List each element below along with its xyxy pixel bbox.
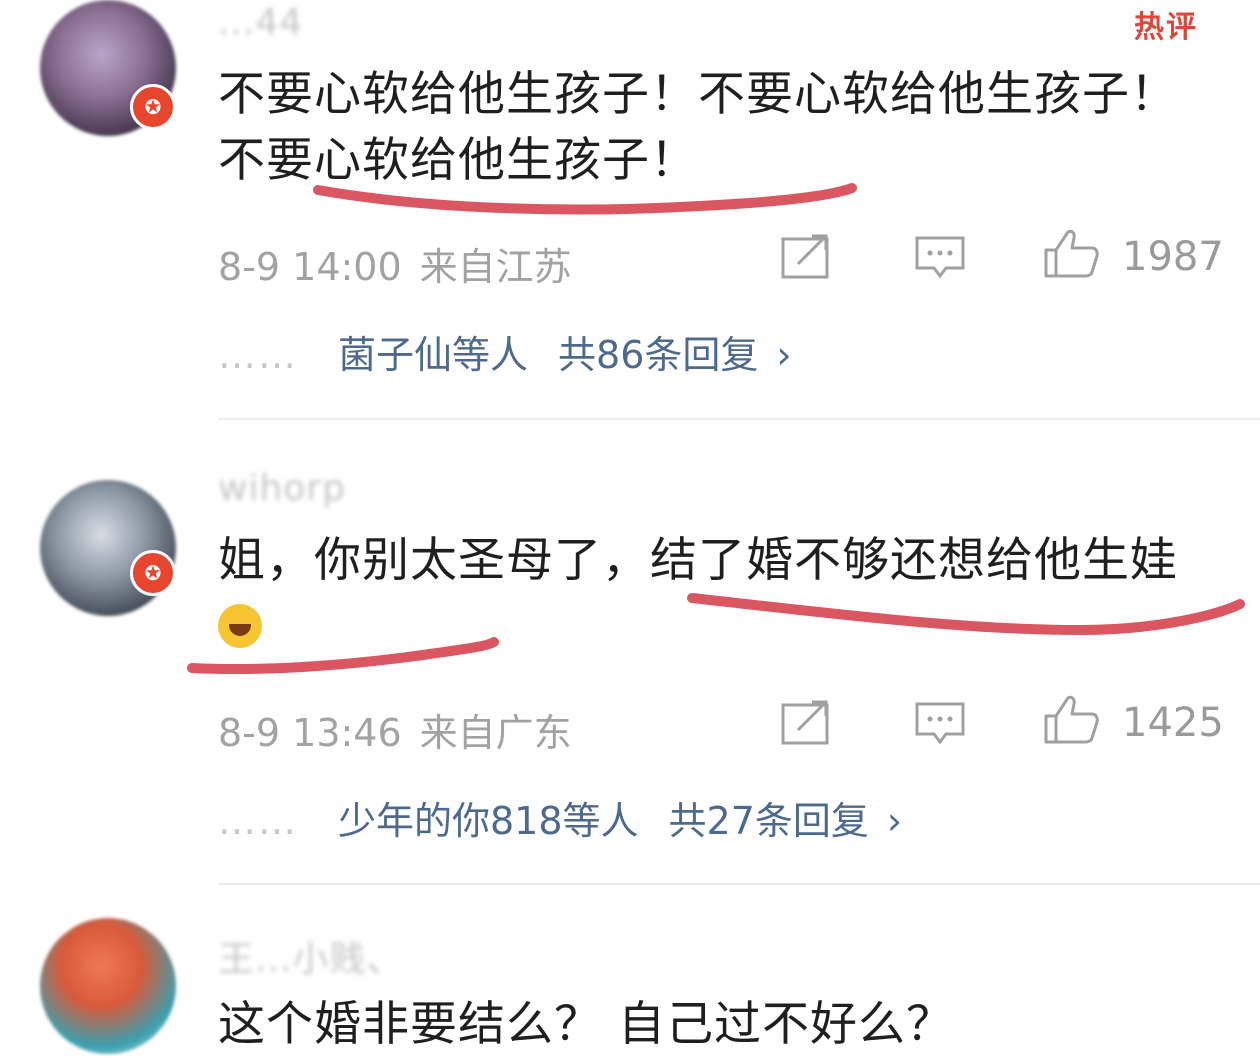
comment-text-plain: 不要心软给他生孩子！不要心软给他生孩子！: [218, 67, 1178, 122]
like-icon[interactable]: [1042, 228, 1100, 280]
comment-item: ✪ ...44 热评 不要心软给他生孩子！不要心软给他生孩子！不要心软给他生孩子…: [0, 0, 1260, 420]
divider: [218, 883, 1260, 885]
comment-time: 8-9 14:00: [218, 245, 402, 289]
reply-dots: ……: [218, 333, 298, 377]
comment-text: 不要心软给他生孩子！不要心软给他生孩子！不要心软给他生孩子！: [218, 62, 1208, 194]
reply-summary[interactable]: …… 菌子仙等人 共86条回复 ›: [218, 324, 792, 379]
username[interactable]: 王...小贱、: [218, 930, 403, 982]
comment-item: ✪ wihorp 姐，你别太圣母了，结了婚不够还想给他生娃 8-9 13:46 来…: [0, 440, 1260, 885]
comment-text-plain: 这个婚非要结么？ 自己过不好么？: [218, 997, 954, 1052]
verified-badge-icon: ✪: [130, 84, 176, 130]
comment-text-plain: 姐，你别太圣母了，: [218, 533, 650, 588]
reply-people[interactable]: 菌子仙等人: [338, 333, 528, 377]
comment-meta: 8-9 14:00 来自江苏: [218, 236, 572, 291]
reply-dots: ……: [218, 799, 298, 843]
reply-total[interactable]: 共86条回复: [558, 333, 758, 377]
like-icon[interactable]: [1042, 694, 1100, 746]
comment-text: 这个婚非要结么？ 自己过不好么？: [218, 992, 1208, 1058]
like-count: 1425: [1122, 700, 1224, 746]
avatar[interactable]: [40, 918, 176, 1054]
comment-text-emphasized: 结了婚不够还想给他生娃: [650, 533, 1178, 588]
reply-summary[interactable]: …… 少年的你818等人 共27条回复 ›: [218, 790, 902, 845]
comment-text-emphasized: 不要心软给他生孩子！: [218, 133, 698, 188]
reply-total[interactable]: 共27条回复: [669, 799, 869, 843]
comment-icon[interactable]: [914, 234, 966, 280]
username[interactable]: wihorp: [218, 468, 346, 509]
comment-icon[interactable]: [914, 700, 966, 746]
hot-comment-badge: 热评: [1134, 10, 1198, 45]
comment-time: 8-9 13:46: [218, 711, 402, 755]
divider: [218, 418, 1260, 420]
reply-people[interactable]: 少年的你818等人: [338, 799, 639, 843]
verified-badge-icon: ✪: [130, 550, 176, 596]
comment-text: 姐，你别太圣母了，结了婚不够还想给他生娃: [218, 528, 1208, 660]
username[interactable]: ...44: [218, 2, 303, 43]
chevron-right-icon[interactable]: ›: [776, 333, 791, 377]
laugh-cry-emoji-icon: [218, 604, 262, 648]
comment-location: 来自广东: [419, 711, 572, 755]
share-icon[interactable]: [780, 700, 832, 746]
like-count: 1987: [1122, 234, 1224, 280]
chevron-right-icon[interactable]: ›: [887, 799, 902, 843]
comment-location: 来自江苏: [419, 245, 572, 289]
share-icon[interactable]: [780, 234, 832, 280]
comment-item: 王...小贱、 这个婚非要结么？ 自己过不好么？: [0, 900, 1260, 1054]
comment-meta: 8-9 13:46 来自广东: [218, 702, 572, 757]
